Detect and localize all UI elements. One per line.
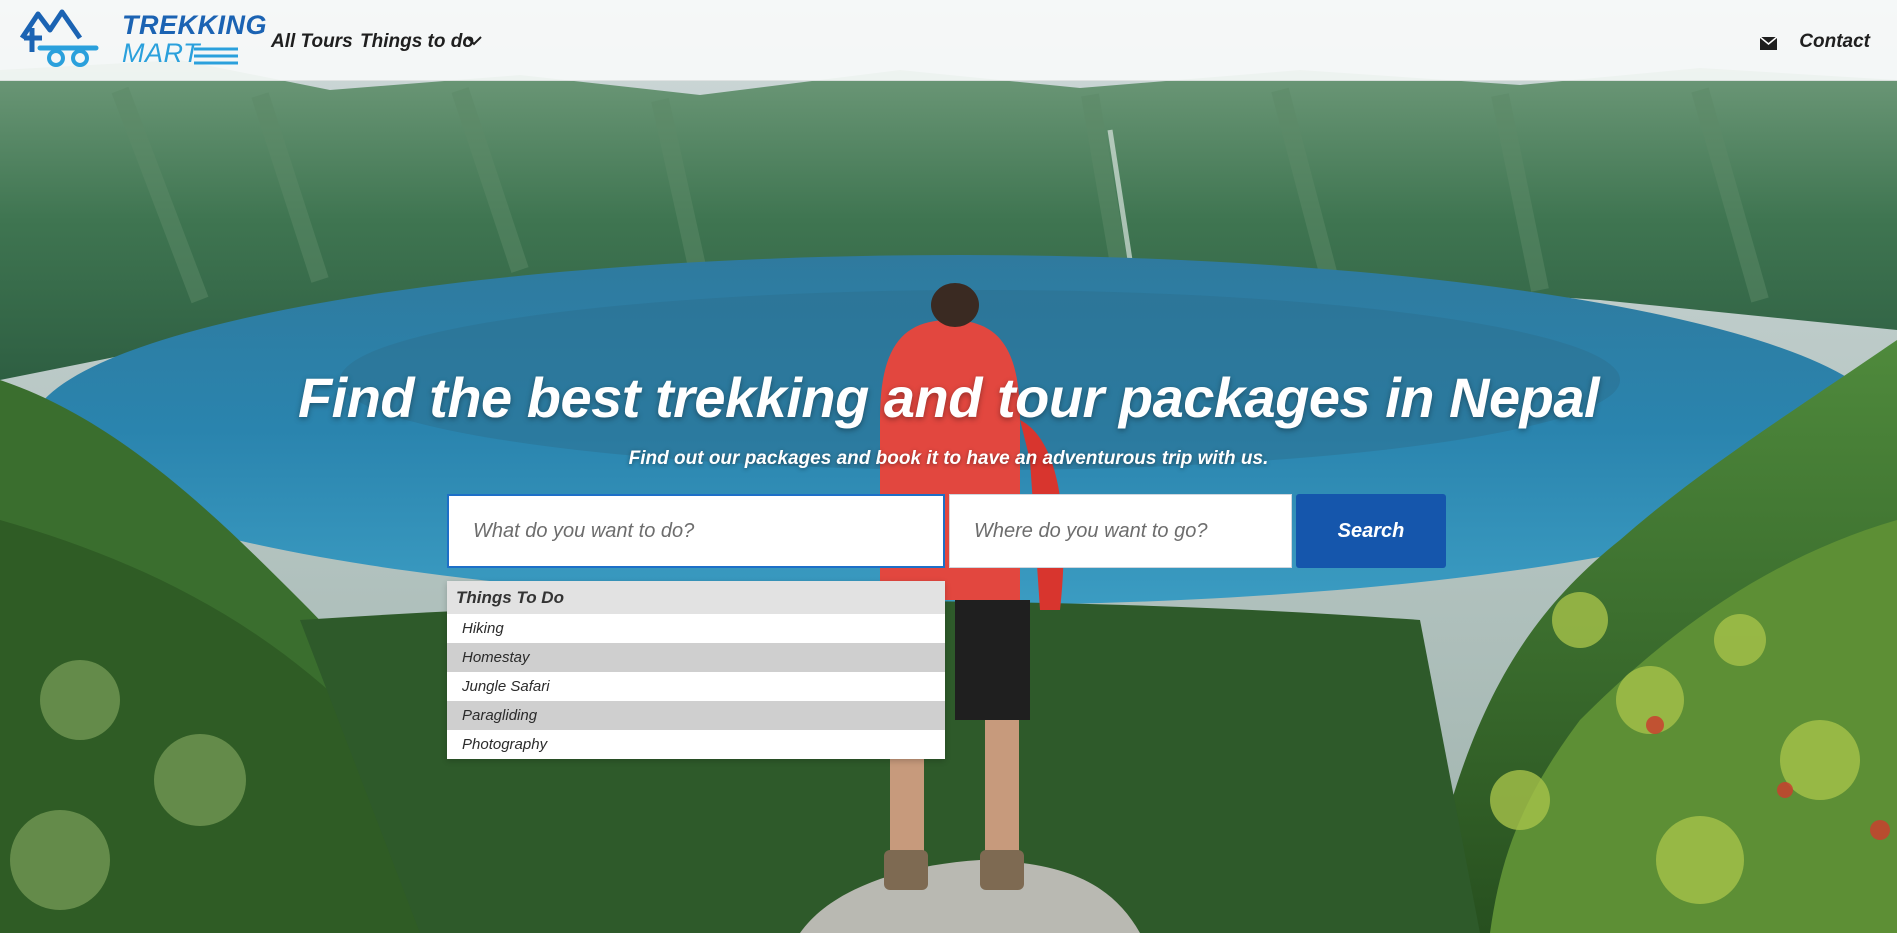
dropdown-header: Things To Do (447, 581, 945, 614)
site-header: TREKKING MART All Tours Things to do Con… (0, 0, 1897, 81)
logo-text-mart: MART (122, 38, 201, 68)
dropdown-item-photography[interactable]: Photography (447, 730, 945, 759)
dropdown-item-paragliding[interactable]: Paragliding (447, 701, 945, 730)
dropdown-item-hiking[interactable]: Hiking (447, 614, 945, 643)
hero-subtitle: Find out our packages and book it to hav… (628, 448, 1269, 469)
logo-lines-icon (194, 47, 238, 65)
logo-text-trekking: TREKKING (122, 10, 267, 40)
what-input[interactable] (449, 496, 943, 566)
dropdown-item-homestay[interactable]: Homestay (447, 643, 945, 672)
dropdown-item-jungle-safari[interactable]: Jungle Safari (447, 672, 945, 701)
mail-icon (1760, 37, 1777, 50)
where-input[interactable] (950, 495, 1291, 567)
logo-mountain-icon (19, 9, 99, 67)
nav-all-tours[interactable]: All Tours (271, 31, 353, 53)
nav-things-to-do[interactable]: Things to do (360, 31, 474, 53)
trekking-mart-logo[interactable]: TREKKING MART (18, 8, 267, 70)
search-button[interactable]: Search (1296, 494, 1446, 568)
where-field-container (949, 494, 1292, 568)
what-field-container (447, 494, 945, 568)
nav-contact[interactable]: Contact (1799, 31, 1870, 53)
things-to-do-dropdown: Things To Do Hiking Homestay Jungle Safa… (447, 581, 945, 759)
chevron-down-icon[interactable] (466, 36, 482, 46)
hero-title: Find the best trekking and tour packages… (297, 366, 1600, 429)
